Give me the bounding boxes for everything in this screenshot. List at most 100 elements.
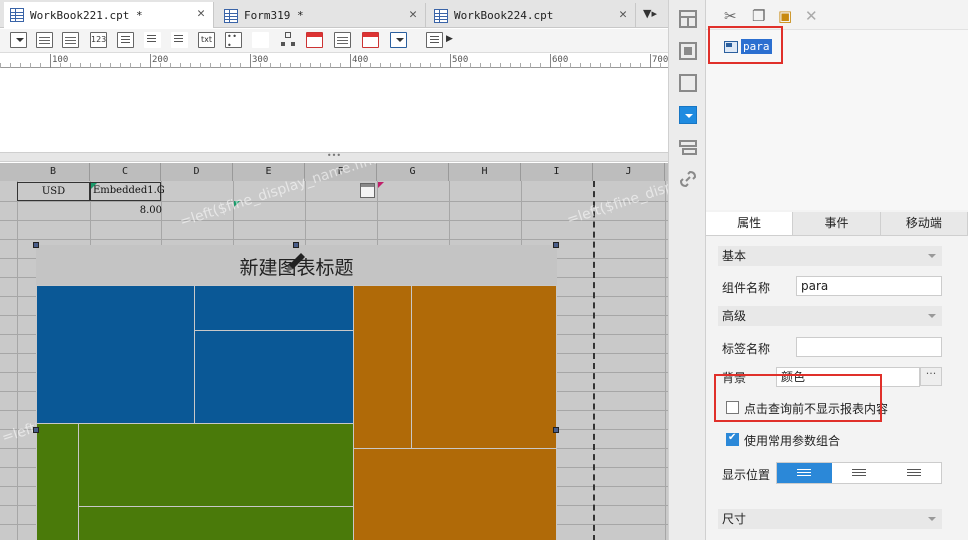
workbook-icon <box>434 8 448 23</box>
parameter-pane[interactable] <box>0 69 668 152</box>
grid-widget-icon[interactable] <box>334 32 351 48</box>
section-title: 高级 <box>722 309 747 323</box>
alignment-group <box>776 462 942 484</box>
textarea-widget-icon[interactable] <box>117 32 134 48</box>
ruler-tick <box>240 63 241 68</box>
table-widget-icon[interactable] <box>36 32 53 48</box>
column-i[interactable]: I <box>521 163 593 181</box>
ruler-tick <box>80 63 81 68</box>
column-b[interactable]: B <box>17 163 90 181</box>
resize-handle[interactable] <box>33 242 39 248</box>
ruler-tick <box>210 63 211 68</box>
ruler-tick <box>420 63 421 68</box>
tree-widget-icon[interactable] <box>279 32 296 48</box>
tab-form319[interactable]: Form319 * ✕ <box>218 3 426 28</box>
edit-pencil-icon[interactable] <box>281 249 309 277</box>
treemap-tile[interactable] <box>36 423 79 540</box>
column-g[interactable]: G <box>377 163 449 181</box>
calendar-widget-icon[interactable] <box>306 32 323 48</box>
chevron-down-icon <box>928 254 936 262</box>
section-title: 基本 <box>722 249 747 263</box>
combo-widget-icon[interactable] <box>390 32 407 48</box>
column-h[interactable]: H <box>449 163 521 181</box>
treemap-tile[interactable] <box>36 285 195 424</box>
delete-icon[interactable]: ✕ <box>805 7 818 25</box>
tab-list-menu-icon[interactable]: ▼▸ <box>643 7 657 20</box>
cell-amount[interactable]: 8.00 <box>95 205 162 216</box>
cut-icon[interactable]: ✂ <box>724 7 737 25</box>
close-icon[interactable]: ✕ <box>197 6 205 21</box>
ruler-tick <box>490 63 491 68</box>
treemap-tile[interactable] <box>353 448 557 540</box>
ruler-tick <box>230 63 231 68</box>
cell-embedded[interactable]: Embedded1.G <box>90 182 165 201</box>
tab-workbook221[interactable]: WorkBook221.cpt * ✕ <box>4 2 214 28</box>
background-more-button[interactable]: ··· <box>920 367 942 386</box>
ruler-tick <box>310 63 311 68</box>
column-d[interactable]: D <box>161 163 233 181</box>
ruler-tick <box>140 63 141 68</box>
ruler-tick <box>600 63 601 68</box>
section-size[interactable]: 尺寸 <box>718 509 942 529</box>
ruler-tick <box>580 63 581 68</box>
cell-usd[interactable]: USD <box>17 182 90 201</box>
pane-splitter[interactable]: ••• <box>0 152 668 162</box>
frame-icon[interactable] <box>679 74 697 92</box>
text-widget-icon[interactable]: txt <box>198 32 215 48</box>
ruler-tick <box>650 54 651 68</box>
more-icon[interactable]: ▶ <box>446 34 453 44</box>
password-widget-icon[interactable] <box>225 32 242 50</box>
date-widget-icon[interactable] <box>62 32 79 48</box>
dropdown-widget-icon[interactable] <box>10 32 27 48</box>
link-icon[interactable] <box>679 170 697 188</box>
ruler-tick <box>90 63 91 68</box>
section-basic[interactable]: 基本 <box>718 246 942 266</box>
ruler-tick <box>630 63 631 68</box>
ruler-tick <box>540 63 541 68</box>
column-c[interactable]: C <box>90 163 161 181</box>
report-sheet[interactable]: B C D E F G H I J USD Embedded1.G 8.00 =… <box>0 163 668 540</box>
tab-events[interactable]: 事件 <box>793 212 881 235</box>
close-icon[interactable]: ✕ <box>619 7 627 22</box>
tab-workbook224[interactable]: WorkBook224.cpt ✕ <box>428 3 636 28</box>
dropdown-icon[interactable] <box>679 106 697 124</box>
radio-group-icon[interactable] <box>144 32 161 48</box>
widget-icon[interactable] <box>679 42 697 60</box>
treemap-tile[interactable] <box>194 285 354 331</box>
resize-handle[interactable] <box>33 427 39 433</box>
widget-name-input[interactable]: para <box>796 276 942 296</box>
param-icon[interactable] <box>679 138 697 156</box>
align-center-button[interactable] <box>832 463 887 483</box>
align-left-button[interactable] <box>777 463 832 483</box>
checkbox-group-icon[interactable] <box>171 32 188 48</box>
ruler-tick <box>340 63 341 68</box>
resize-handle[interactable] <box>553 427 559 433</box>
resize-handle[interactable] <box>293 242 299 248</box>
number-widget-icon[interactable]: 123 <box>90 32 107 48</box>
treemap-tile[interactable] <box>78 423 354 507</box>
tab-mobile[interactable]: 移动端 <box>881 212 968 235</box>
treemap-tile[interactable] <box>411 285 557 449</box>
close-icon[interactable]: ✕ <box>409 7 417 22</box>
treemap-tile[interactable] <box>78 506 354 540</box>
layout-icon[interactable] <box>679 10 697 28</box>
tab-properties[interactable]: 属性 <box>706 212 794 235</box>
column-j[interactable]: J <box>593 163 665 181</box>
ruler-tick <box>120 63 121 68</box>
treemap-tile[interactable] <box>353 285 412 449</box>
treemap-tile[interactable] <box>194 330 354 424</box>
ruler-tick <box>100 63 101 68</box>
form-icon <box>224 8 238 23</box>
section-advanced[interactable]: 高级 <box>718 306 942 326</box>
ruler-tick <box>550 54 551 68</box>
use-common-params-checkbox[interactable] <box>726 432 739 446</box>
treemap-chart[interactable]: 新建图表标题 <box>36 245 557 540</box>
resize-handle[interactable] <box>553 242 559 248</box>
paste-icon[interactable]: ▣ <box>778 7 792 25</box>
align-right-button[interactable] <box>886 463 941 483</box>
copy-icon[interactable]: ❐ <box>752 7 765 25</box>
date-range-widget-icon[interactable] <box>362 32 379 48</box>
tag-name-input[interactable] <box>796 337 942 357</box>
query-button-icon[interactable] <box>426 32 443 48</box>
checkbox-widget-icon[interactable] <box>252 32 269 48</box>
